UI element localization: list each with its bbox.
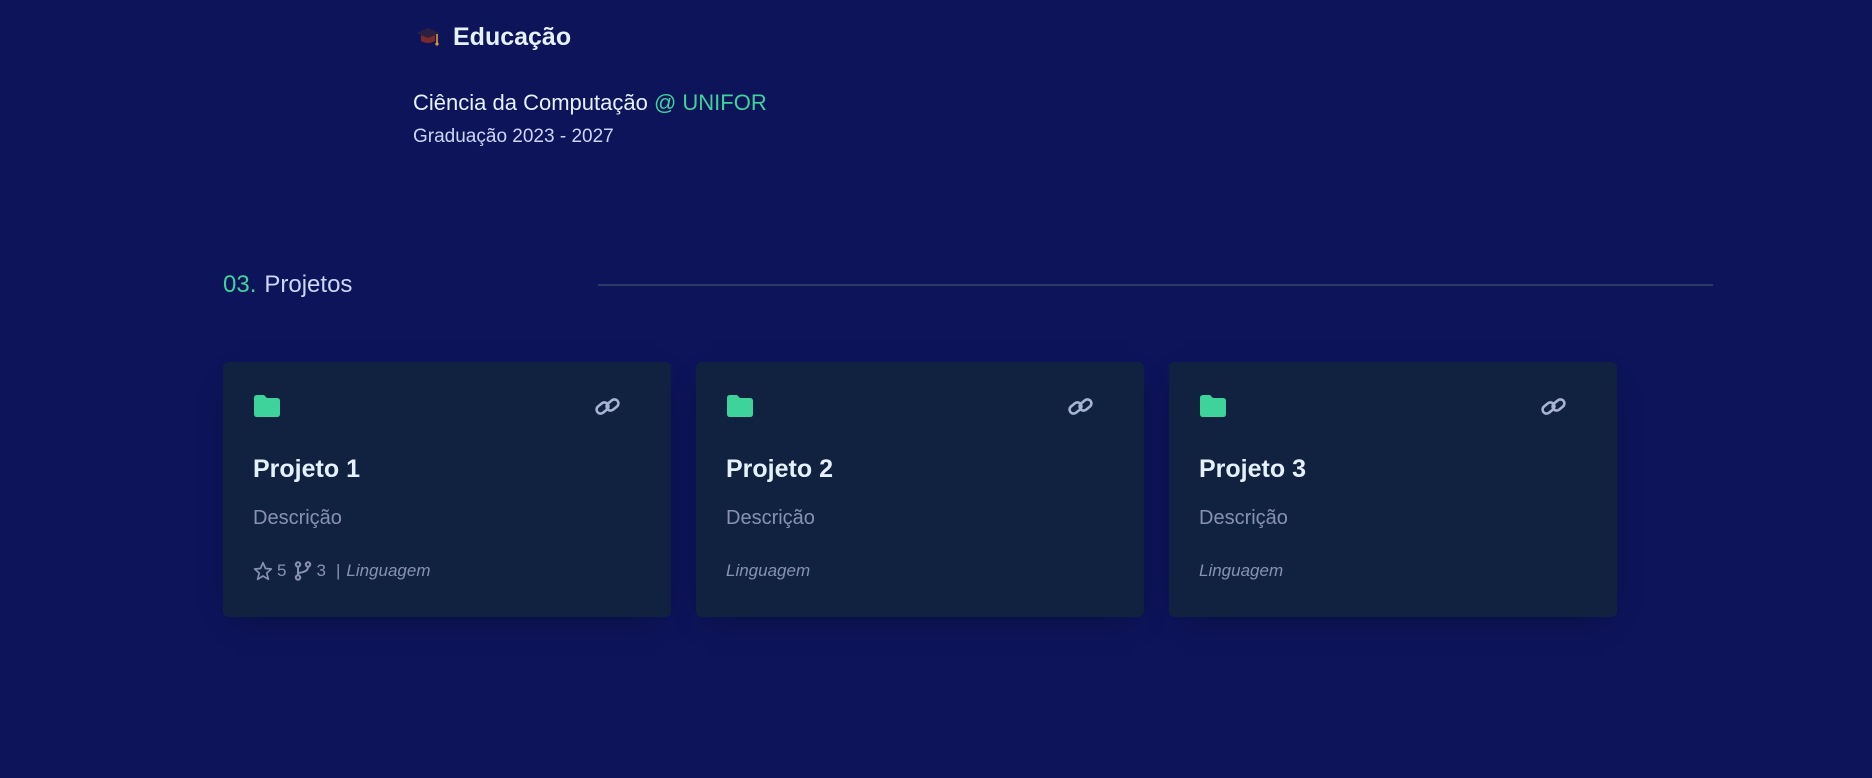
project-title: Projeto 2 (726, 455, 833, 483)
project-card-1[interactable]: Projeto 1 Descrição 5 3 | Linguagem (223, 362, 671, 617)
fork-icon (294, 561, 312, 581)
school-name: @ UNIFOR (653, 90, 767, 115)
project-title: Projeto 3 (1199, 455, 1306, 483)
project-cards: Projeto 1 Descrição 5 3 | Linguagem Proj… (223, 362, 1617, 617)
meta-separator: | (335, 561, 341, 580)
star-icon (253, 561, 273, 581)
link-icon[interactable] (1540, 394, 1568, 420)
link-icon[interactable] (594, 394, 622, 420)
project-meta: 5 3 | Linguagem (253, 561, 430, 581)
education-section: Educação Ciência da Computação @ UNIFOR … (413, 22, 767, 148)
section-title: Projetos (264, 271, 353, 298)
project-title: Projeto 1 (253, 455, 360, 483)
education-header: Educação (413, 22, 767, 52)
folder-icon (253, 394, 281, 418)
education-degree: Ciência da Computação @ UNIFOR (413, 90, 767, 116)
section-number: 03. (223, 271, 257, 298)
project-meta: Linguagem (1199, 561, 1283, 581)
projects-section-header: 03. Projetos (223, 267, 1713, 303)
project-card-3[interactable]: Projeto 3 Descrição Linguagem (1169, 362, 1617, 617)
project-card-2[interactable]: Projeto 2 Descrição Linguagem (696, 362, 1144, 617)
section-divider (598, 284, 1713, 286)
degree-name: Ciência da Computação (413, 90, 648, 115)
project-language: Linguagem (726, 561, 811, 580)
folder-icon (1199, 394, 1227, 418)
project-description: Descrição (726, 507, 815, 529)
education-title: Educação (453, 22, 572, 51)
fork-count: 3 (316, 561, 326, 580)
project-description: Descrição (253, 507, 342, 529)
project-meta: Linguagem (726, 561, 810, 581)
link-icon[interactable] (1067, 394, 1095, 420)
star-count: 5 (277, 561, 287, 580)
project-description: Descrição (1199, 507, 1288, 529)
graduation-cap-icon (413, 22, 443, 52)
project-language: Linguagem (1199, 561, 1284, 580)
education-period: Graduação 2023 - 2027 (413, 126, 614, 147)
folder-icon (726, 394, 754, 418)
project-language: Linguagem (346, 561, 431, 580)
